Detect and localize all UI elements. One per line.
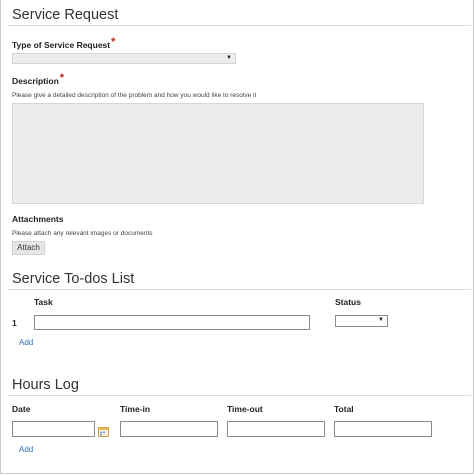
time-out-column-header: Time-out: [227, 404, 263, 414]
total-column-header: Total: [334, 404, 354, 414]
date-column-header: Date: [12, 404, 31, 414]
type-label-text: Type of Service Request: [12, 40, 111, 50]
task-column-header: Task: [34, 297, 53, 307]
section-title-service-request: Service Request: [12, 7, 119, 23]
divider: [8, 25, 471, 26]
divider: [8, 395, 471, 396]
todo-status-select[interactable]: ▼: [335, 315, 388, 327]
required-mark: *: [111, 36, 116, 48]
section-title-todos: Service To-dos List: [12, 271, 135, 287]
description-textarea[interactable]: [12, 103, 424, 204]
chevron-down-icon: ▼: [378, 317, 384, 323]
attachments-hint: Please attach any relevant images or doc…: [12, 230, 153, 237]
chevron-down-icon: ▼: [226, 55, 232, 61]
calendar-icon[interactable]: [98, 424, 109, 437]
divider: [8, 289, 471, 290]
date-input[interactable]: [12, 421, 95, 437]
description-label: Description*: [12, 72, 65, 87]
type-of-service-request-label: Type of Service Request*: [12, 36, 116, 51]
attachments-label: Attachments: [12, 214, 64, 224]
status-column-header: Status: [335, 297, 361, 307]
hours-add-link[interactable]: Add: [19, 445, 33, 454]
todos-add-link[interactable]: Add: [19, 338, 33, 347]
total-input[interactable]: [334, 421, 432, 437]
time-out-input[interactable]: [227, 421, 325, 437]
todo-task-input[interactable]: [34, 315, 310, 330]
time-in-column-header: Time-in: [120, 404, 151, 414]
required-mark: *: [59, 72, 65, 84]
description-hint: Please give a detailed description of th…: [12, 92, 257, 99]
service-type-select[interactable]: ▼: [12, 53, 236, 64]
description-label-text: Description: [12, 76, 59, 86]
section-title-hours-log: Hours Log: [12, 377, 79, 393]
time-in-input[interactable]: [120, 421, 218, 437]
todo-row-number: 1: [12, 318, 17, 328]
form-frame: [0, 0, 474, 474]
attach-button[interactable]: Attach: [12, 241, 45, 255]
